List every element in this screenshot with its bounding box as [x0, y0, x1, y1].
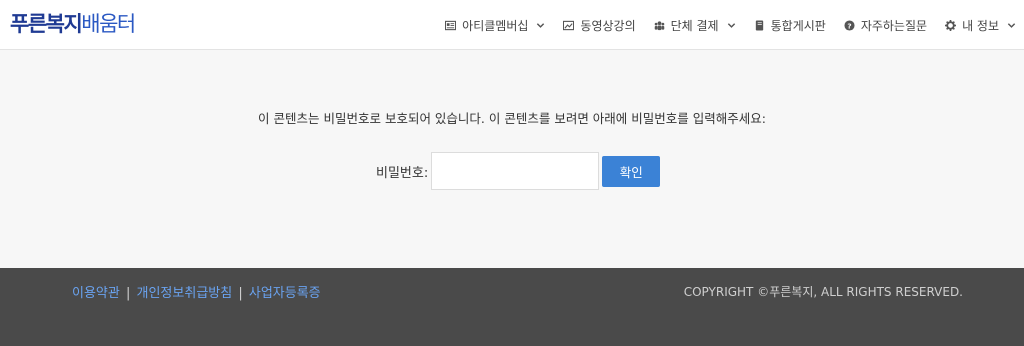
footer-links: 이용약관 | 개인정보취급방침 | 사업자등록증	[72, 282, 321, 301]
chevron-down-icon	[727, 22, 735, 28]
password-form: 비밀번호: 확인	[376, 152, 661, 190]
nav-item-group-payment[interactable]: 단체 결제	[654, 17, 736, 34]
terms-link[interactable]: 이용약관	[72, 286, 120, 301]
password-label: 비밀번호:	[376, 165, 429, 181]
footer-separator: |	[125, 286, 131, 301]
site-logo[interactable]: 푸른복지배움터	[10, 9, 136, 39]
newspaper-icon	[445, 20, 457, 30]
confirm-button[interactable]: 확인	[602, 155, 661, 187]
password-protected-content: 이 콘텐츠는 비밀번호로 보호되어 있습니다. 이 콘텐츠를 보려면 아래에 비…	[0, 50, 1024, 268]
chevron-down-icon	[1007, 22, 1016, 28]
group-icon	[654, 20, 664, 30]
privacy-policy-link[interactable]: 개인정보취급방침	[137, 286, 233, 301]
nav-item-membership[interactable]: 아티클멤버십	[445, 17, 545, 34]
video-icon	[563, 20, 575, 30]
book-icon	[755, 19, 763, 31]
nav-item-my-info[interactable]: 내 정보	[945, 17, 1016, 34]
nav-item-label: 통합게시판	[770, 18, 826, 33]
nav-item-board[interactable]: 통합게시판	[754, 17, 826, 34]
site-footer: 이용약관 | 개인정보취급방침 | 사업자등록증 COPYRIGHT ©푸른복지…	[0, 268, 1024, 346]
site-header: 푸른복지배움터 아티클멤버십 동영상강의 단체 결제 통합게시판 ? 자주하는질…	[0, 0, 1024, 50]
footer-separator: |	[238, 286, 243, 301]
main-nav: 아티클멤버십 동영상강의 단체 결제 통합게시판 ? 자주하는질문 내 정보	[445, 14, 1016, 36]
nav-item-faq[interactable]: ? 자주하는질문	[844, 17, 927, 34]
nav-item-label: 내 정보	[962, 18, 999, 33]
nav-item-label: 동영상강의	[580, 18, 636, 33]
nav-item-label: 단체 결제	[670, 18, 719, 33]
gear-icon	[945, 19, 957, 31]
svg-text:?: ?	[847, 21, 851, 30]
question-icon: ?	[844, 19, 855, 31]
password-input[interactable]	[431, 152, 600, 190]
logo-bold-text: 푸른복지	[10, 12, 83, 36]
nav-item-label: 아티클멤버십	[462, 18, 529, 33]
logo-light-text: 배움터	[81, 12, 136, 36]
nav-item-label: 자주하는질문	[860, 18, 928, 33]
chevron-down-icon	[537, 22, 545, 28]
nav-item-video-lectures[interactable]: 동영상강의	[563, 17, 636, 34]
copyright-text: COPYRIGHT ©푸른복지, ALL RIGHTS RESERVED.	[683, 285, 963, 299]
business-registration-link[interactable]: 사업자등록증	[249, 286, 321, 301]
password-notice: 이 콘텐츠는 비밀번호로 보호되어 있습니다. 이 콘텐츠를 보려면 아래에 비…	[258, 111, 766, 126]
